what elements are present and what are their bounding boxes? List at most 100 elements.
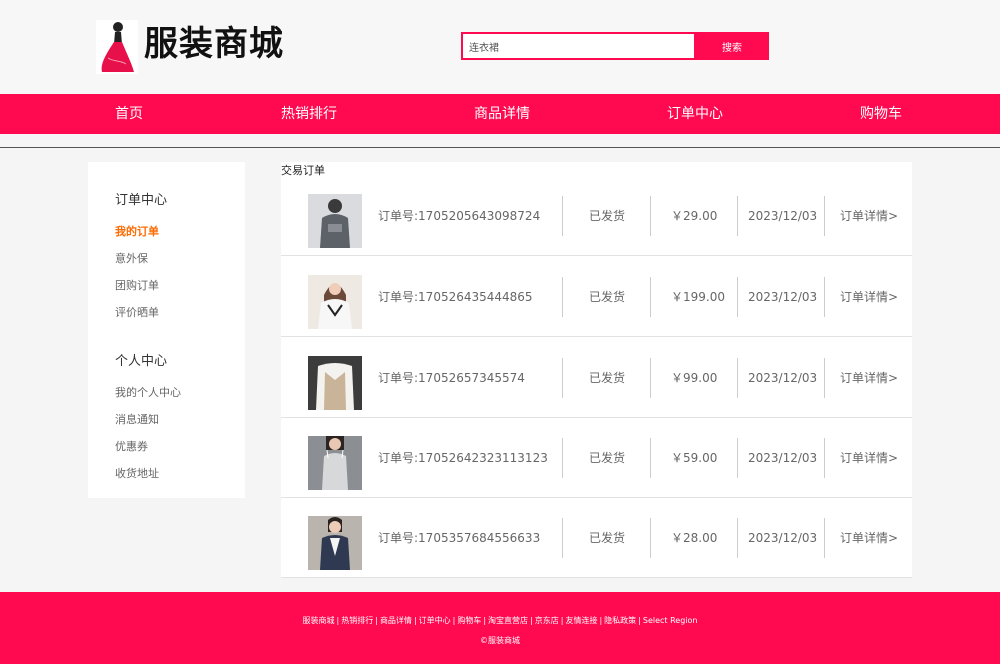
order-row: 订单号:17052642323113123 已发货 ￥59.00 2023/12… [281,418,912,498]
footer-link-mall[interactable]: 服装商城 [303,616,335,625]
nav-item-cart[interactable]: 购物车 [860,94,902,134]
sidebar-item-accident-insurance[interactable]: 意外保 [115,250,148,266]
separator [824,277,825,317]
footer-link-cart[interactable]: 购物车 [457,616,481,625]
separator [650,438,651,478]
footer: 服装商城 | 热销排行 | 商品详情 | 订单中心 | 购物车 | 淘宝直营店 | 京东店 | 友情连接 | 隐… [0,592,1000,664]
pipe-separator: | [375,616,378,625]
separator [562,358,563,398]
pipe-separator: | [452,616,456,625]
pipe-separator: | [336,616,340,625]
pipe-separator: | [638,616,641,625]
nav-item-bestsellers[interactable]: 热销排行 [281,94,337,134]
product-thumbnail[interactable] [308,194,362,248]
copyright: ©服装商城 [480,636,520,645]
order-price: ￥199.00 [671,290,725,304]
footer-link-bestsellers[interactable]: 热销排行 [341,616,373,625]
order-price: ￥28.00 [671,531,718,545]
sidebar-item-notifications[interactable]: 消息通知 [115,411,159,427]
order-row: 订单号:1705205643098724 已发货 ￥29.00 2023/12/… [281,176,912,256]
footer-link-taobao[interactable]: 淘宝直营店 [488,616,528,625]
order-date: 2023/12/03 [748,371,818,385]
main-nav: 首页 热销排行 商品详情 订单中心 购物车 [0,94,1000,134]
order-detail-link[interactable]: 订单详情> [840,418,898,498]
nav-item-home[interactable]: 首页 [115,94,143,134]
logo-text[interactable]: 服装商城 [144,22,284,66]
product-thumbnail[interactable] [308,436,362,490]
order-date: 2023/12/03 [748,451,818,465]
order-price: ￥29.00 [671,209,718,223]
order-status: 已发货 [589,531,626,545]
product-thumbnail[interactable] [308,275,362,329]
footer-link-friends[interactable]: 友情连接 [565,616,597,625]
separator [824,438,825,478]
pipe-separator: | [560,616,564,625]
separator [562,196,563,236]
separator [562,438,563,478]
search-input[interactable] [461,32,696,60]
order-row: 订单号:1705357684556633 已发货 ￥28.00 2023/12/… [281,498,912,578]
order-detail-link[interactable]: 订单详情> [840,338,898,418]
order-date: 2023/12/03 [748,209,818,223]
search-button[interactable]: 搜索 [695,32,769,60]
separator [650,358,651,398]
product-thumbnail[interactable] [308,356,362,410]
order-number: 订单号:17052642323113123 [378,451,548,465]
logo-dress-icon [96,20,138,74]
sidebar-title-personal-center: 个人中心 [115,354,168,369]
order-detail-link[interactable]: 订单详情> [840,498,898,578]
separator [650,518,651,558]
order-status: 已发货 [589,451,626,465]
pipe-separator: | [530,616,533,625]
order-date: 2023/12/03 [748,531,818,545]
footer-links: 服装商城 | 热销排行 | 商品详情 | 订单中心 | 购物车 | 淘宝直营店 | 京东店 | 友情连接 | 隐… [0,615,1000,626]
separator [737,358,738,398]
separator [650,196,651,236]
sidebar: 订单中心 我的订单 意外保 团购订单 评价晒单 个人中心 我的个人中心 消息通知… [88,162,245,498]
order-price: ￥59.00 [671,451,718,465]
footer-link-region[interactable]: Select Region [643,616,698,625]
order-detail-link[interactable]: 订单详情> [840,257,898,337]
order-number: 订单号:17052657345574 [378,371,525,385]
separator [737,438,738,478]
footer-link-order-center[interactable]: 订单中心 [419,616,451,625]
order-row: 订单号:17052657345574 已发货 ￥99.00 2023/12/03… [281,338,912,418]
order-row: 订单号:170526435444865 已发货 ￥199.00 2023/12/… [281,257,912,337]
sidebar-item-reviews[interactable]: 评价晒单 [115,304,159,320]
separator [562,277,563,317]
sidebar-item-my-profile[interactable]: 我的个人中心 [115,384,181,400]
order-status: 已发货 [589,371,626,385]
footer-link-product-detail[interactable]: 商品详情 [380,616,412,625]
separator [650,277,651,317]
nav-item-product-detail[interactable]: 商品详情 [474,94,530,134]
sidebar-item-my-orders[interactable]: 我的订单 [115,223,159,239]
separator [824,358,825,398]
separator [562,518,563,558]
pipe-separator: | [413,616,417,625]
nav-item-order-center[interactable]: 订单中心 [667,94,723,134]
order-number: 订单号:1705205643098724 [378,209,541,223]
sidebar-item-coupons[interactable]: 优惠券 [115,438,148,454]
header: 服装商城 搜索 [0,0,1000,94]
sidebar-title-order-center: 订单中心 [115,193,168,208]
separator [824,196,825,236]
divider [0,147,1000,148]
separator [737,518,738,558]
separator [737,277,738,317]
separator [824,518,825,558]
pipe-separator: | [599,616,603,625]
order-status: 已发货 [589,290,626,304]
pipe-separator: | [483,616,487,625]
sidebar-item-addresses[interactable]: 收货地址 [115,465,159,481]
order-detail-link[interactable]: 订单详情> [840,176,898,256]
order-price: ￥99.00 [671,371,718,385]
product-thumbnail[interactable] [308,516,362,570]
order-status: 已发货 [589,209,626,223]
footer-link-privacy[interactable]: 隐私政策 [604,616,636,625]
footer-link-jd[interactable]: 京东店 [535,616,559,625]
sidebar-item-group-orders[interactable]: 团购订单 [115,277,159,293]
separator [737,196,738,236]
order-date: 2023/12/03 [748,290,818,304]
orders-panel: 交易订单 订单号:1705205643098724 已发货 ￥29.00 202… [281,162,912,578]
order-number: 订单号:170526435444865 [378,290,533,304]
